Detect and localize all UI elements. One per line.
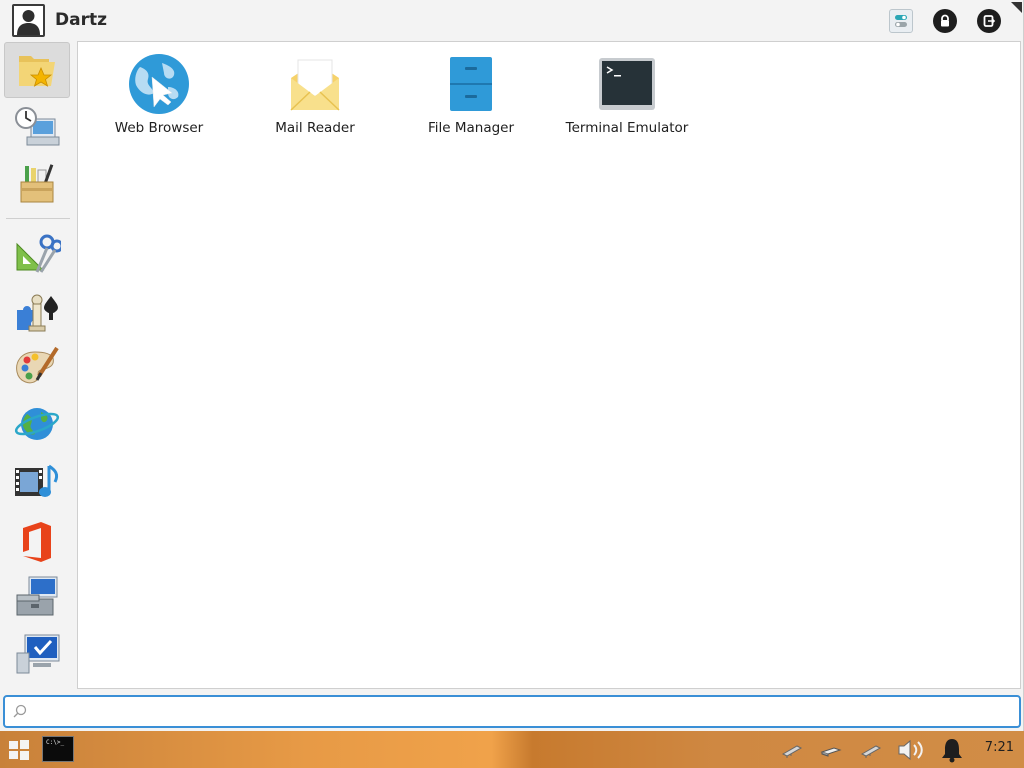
application-menu-window: Dartz Web Browser Mail Reader File Manag… — [0, 0, 1024, 731]
category-system[interactable] — [4, 628, 70, 684]
system-monitor-icon — [16, 634, 60, 674]
network-icon — [860, 745, 882, 758]
settings-button[interactable] — [889, 9, 913, 33]
terminal-emulator-icon — [599, 58, 655, 110]
app-file-manager[interactable]: File Manager — [396, 52, 546, 142]
taskbar-terminal-button[interactable]: C:\>_ — [42, 736, 74, 762]
category-graphics[interactable] — [4, 340, 70, 396]
app-mail-reader[interactable]: Mail Reader — [240, 52, 390, 142]
log-out-button[interactable] — [977, 9, 1001, 33]
user-silhouette-icon — [17, 10, 40, 35]
app-terminal-emulator[interactable]: Terminal Emulator — [552, 52, 702, 142]
category-recently-used[interactable] — [4, 100, 70, 156]
all-apps-box-icon — [20, 164, 54, 203]
app-web-browser[interactable]: Web Browser — [84, 52, 234, 142]
category-office[interactable] — [4, 514, 70, 570]
username: Dartz — [55, 10, 107, 30]
tray-network-1[interactable] — [779, 737, 805, 763]
notification-bell-icon — [942, 739, 962, 763]
category-sidebar — [0, 40, 76, 688]
search-input[interactable] — [33, 700, 1013, 724]
search-icon — [13, 704, 27, 718]
menu-header: Dartz — [0, 0, 1024, 40]
volume-speaker-icon — [898, 739, 923, 761]
office-icon — [23, 522, 51, 562]
accessories-icon — [16, 234, 61, 273]
file-manager-icon — [450, 57, 492, 111]
category-settings[interactable] — [4, 570, 70, 626]
tray-notifications[interactable] — [939, 737, 965, 763]
search-box[interactable] — [3, 695, 1021, 728]
windows-logo-icon — [9, 740, 29, 760]
category-favorites[interactable] — [4, 42, 70, 98]
start-menu-button[interactable] — [8, 739, 30, 761]
resize-corner-icon[interactable] — [1011, 2, 1022, 13]
web-browser-icon-wrap — [127, 52, 191, 116]
tray-usb-drive[interactable] — [818, 737, 844, 763]
terminal-emulator-icon-wrap — [595, 52, 659, 116]
taskbar-clock[interactable]: 7:21 — [985, 740, 1014, 755]
tray-network-2[interactable] — [858, 737, 884, 763]
terminal-prompt-text: C:\>_ — [46, 739, 65, 746]
app-label: Terminal Emulator — [565, 120, 689, 136]
network-icon — [781, 745, 803, 758]
category-internet[interactable] — [4, 396, 70, 452]
recent-clock-icon — [15, 107, 60, 146]
favorites-apps-pane: Web Browser Mail Reader File Manager Ter… — [77, 41, 1021, 689]
multimedia-icon — [15, 464, 59, 497]
removable-drive-icon — [820, 747, 842, 757]
app-label: Web Browser — [114, 120, 204, 136]
tray-volume[interactable] — [896, 737, 928, 763]
category-accessories[interactable] — [4, 226, 70, 282]
file-manager-icon-wrap — [439, 52, 503, 116]
taskbar: C:\>_ 7:21 — [0, 731, 1024, 768]
web-browser-icon — [129, 54, 189, 114]
games-icon — [17, 294, 58, 332]
app-label: File Manager — [427, 120, 515, 136]
user-avatar[interactable] — [12, 4, 45, 37]
mail-reader-icon-wrap — [283, 52, 347, 116]
mail-reader-icon — [290, 59, 340, 111]
internet-globe-icon — [14, 408, 60, 440]
favorites-folder-icon — [19, 56, 55, 87]
app-label: Mail Reader — [275, 120, 355, 136]
sidebar-divider — [6, 218, 70, 219]
settings-icon — [895, 15, 907, 27]
graphics-palette-icon — [16, 346, 59, 384]
log-out-icon — [983, 15, 996, 27]
category-multimedia[interactable] — [4, 454, 70, 510]
category-all-applications[interactable] — [4, 156, 70, 212]
lock-screen-button[interactable] — [933, 9, 957, 33]
lock-screen-icon — [941, 14, 949, 27]
category-games[interactable] — [4, 284, 70, 340]
settings-toolbox-icon — [16, 576, 58, 616]
